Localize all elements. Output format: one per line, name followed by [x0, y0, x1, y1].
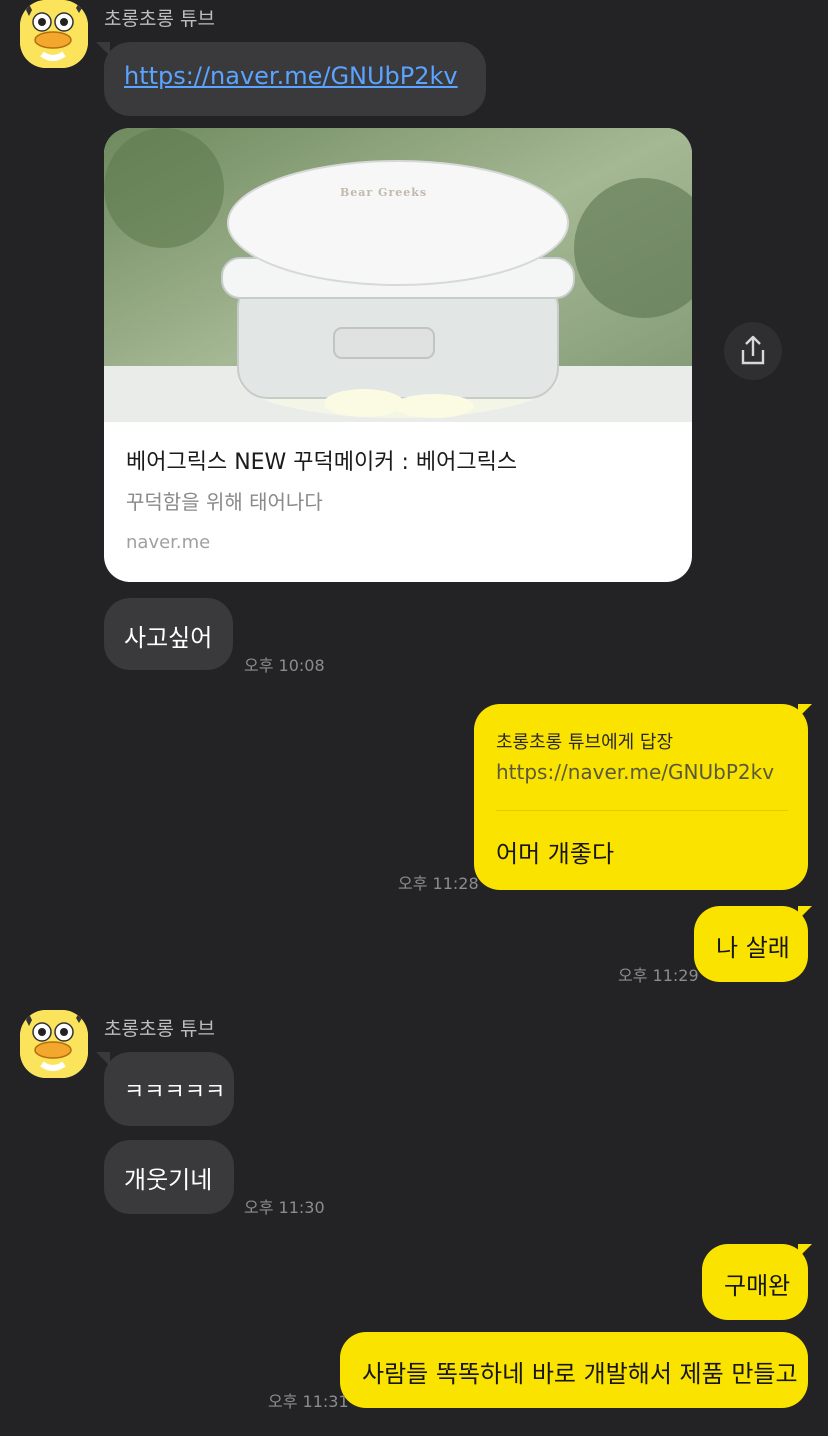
tube-character-icon [20, 1010, 88, 1078]
reply-divider [496, 810, 788, 811]
message-text: 사람들 똑똑하네 바로 개발해서 제품 만들고 [362, 1360, 798, 1388]
card-description: 꾸덕함을 위해 태어나다 [126, 490, 323, 514]
message-time: 오후 10:08 [244, 656, 325, 675]
link-message-bubble[interactable]: https://naver.me/GNUbP2kv [104, 42, 486, 116]
message-time: 오후 11:31 [268, 1392, 349, 1411]
message-time: 오후 11:29 [618, 966, 699, 985]
message-text: ㅋㅋㅋㅋㅋ [124, 1080, 226, 1105]
message-bubble[interactable]: 개웃기네 [104, 1140, 234, 1214]
message-text: 나 살래 [716, 934, 790, 962]
product-photo-icon [104, 128, 692, 422]
sender-name: 초롱초롱 튜브 [104, 8, 215, 30]
message-time: 오후 11:28 [398, 874, 479, 893]
message-bubble[interactable]: 구매완 [702, 1244, 808, 1320]
preview-image: Bear Greeks [104, 128, 692, 422]
share-icon [741, 335, 765, 365]
card-title: 베어그릭스 NEW 꾸덕메이커 : 베어그릭스 [126, 450, 518, 475]
message-time: 오후 11:30 [244, 1198, 325, 1217]
sender-avatar[interactable] [20, 0, 88, 68]
reply-to-label: 초롱초롱 튜브에게 답장 [496, 732, 674, 753]
sender-avatar[interactable] [20, 1010, 88, 1078]
message-bubble[interactable]: 사람들 똑똑하네 바로 개발해서 제품 만들고 [340, 1332, 808, 1408]
image-brand-text: Bear Greeks [340, 186, 428, 199]
message-link[interactable]: https://naver.me/GNUbP2kv [124, 62, 458, 90]
sender-name: 초롱초롱 튜브 [104, 1018, 215, 1040]
link-preview-card[interactable]: Bear Greeks 베어그릭스 NEW 꾸덕메이커 : 베어그릭스 꾸덕함을… [104, 128, 692, 582]
card-domain: naver.me [126, 532, 211, 553]
message-bubble[interactable]: 사고싶어 [104, 598, 233, 670]
tube-character-icon [20, 0, 88, 68]
reply-message-bubble[interactable]: 초롱초롱 튜브에게 답장 https://naver.me/GNUbP2kv 어… [474, 704, 808, 890]
message-text: 개웃기네 [124, 1166, 213, 1194]
message-text: 사고싶어 [124, 624, 213, 652]
message-text: 어머 개좋다 [496, 840, 615, 868]
share-button[interactable] [724, 322, 782, 380]
message-text: 구매완 [724, 1272, 791, 1300]
quoted-text[interactable]: https://naver.me/GNUbP2kv [496, 760, 774, 784]
message-bubble[interactable]: 나 살래 [694, 906, 808, 982]
message-bubble[interactable]: ㅋㅋㅋㅋㅋ [104, 1052, 234, 1126]
